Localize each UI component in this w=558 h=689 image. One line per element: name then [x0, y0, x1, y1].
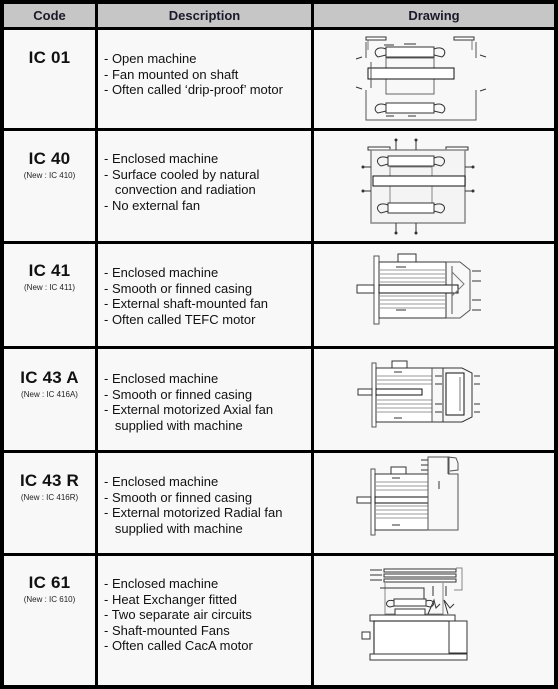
- new-code-label: (New : IC 410): [23, 171, 76, 180]
- new-code-label: (New : IC 610): [23, 595, 76, 604]
- description-line: - Enclosed machine: [104, 576, 219, 591]
- tefc-motor-drawing-icon: [314, 244, 554, 346]
- code-label: IC 43 A: [20, 368, 79, 387]
- description-line: - Often called CacA motor: [104, 638, 253, 653]
- code-label: IC 40: [28, 149, 71, 168]
- drawing-cell: [314, 349, 554, 450]
- description-line: convection and radiation: [104, 182, 256, 197]
- code-cell: IC 41 (New : IC 411): [4, 244, 95, 346]
- natural-convection-drawing-icon: [361, 138, 475, 235]
- description-cell: - Enclosed machine - Smooth or finned ca…: [98, 349, 311, 450]
- header-code: Code: [4, 4, 95, 27]
- description-line: - Surface cooled by natural: [104, 166, 260, 182]
- new-code-label: (New : IC 416R): [20, 493, 79, 502]
- code-cell: IC 43 A (New : IC 416A): [4, 349, 95, 450]
- header-drawing: Drawing: [314, 4, 554, 27]
- description-line: - Enclosed machine: [104, 474, 219, 489]
- description-cell: - Enclosed machine - Smooth or finned ca…: [98, 453, 311, 553]
- description-line: - Heat Exchanger fitted: [104, 591, 237, 607]
- code-label: IC 43 R: [19, 471, 80, 490]
- code-label: IC 41: [28, 261, 71, 280]
- description-line: - Enclosed machine: [104, 371, 219, 386]
- cooling-methods-table: Code Description Drawing IC 01 - Open ma…: [0, 0, 558, 689]
- description-cell: - Enclosed machine - Surface cooled by n…: [98, 131, 311, 241]
- description-line: supplied with machine: [104, 520, 243, 536]
- description-line: - Shaft-mounted Fans: [104, 622, 230, 638]
- description-line: - Often called TEFC motor: [104, 311, 256, 327]
- description-line: - External motorized Axial fan: [104, 402, 274, 417]
- code-cell: IC 61 (New : IC 610): [4, 556, 95, 685]
- description-line: - Smooth or finned casing: [104, 489, 253, 505]
- description-line: - Enclosed machine: [104, 265, 219, 280]
- description-line: - External shaft-mounted fan: [104, 296, 269, 311]
- code-label: IC 01: [28, 48, 71, 67]
- code-cell: IC 43 R (New : IC 416R): [4, 453, 95, 553]
- description-line: - Smooth or finned casing: [104, 280, 253, 296]
- code-cell: IC 40 (New : IC 410): [4, 131, 95, 241]
- description-line: supplied with machine: [104, 417, 243, 433]
- axial-fan-motor-drawing-icon: [314, 349, 554, 450]
- description-line: - Fan mounted on shaft: [104, 66, 239, 82]
- heat-exchanger-motor-drawing-icon: [314, 556, 554, 685]
- description-cell: - Open machine - Fan mounted on shaft - …: [98, 30, 311, 128]
- new-code-label: (New : IC 416A): [21, 390, 78, 399]
- description-cell: - Enclosed machine - Heat Exchanger fitt…: [98, 556, 311, 685]
- description-cell: - Enclosed machine - Smooth or finned ca…: [98, 244, 311, 346]
- drawing-cell: [314, 556, 554, 685]
- description-line: - Smooth or finned casing: [104, 386, 253, 402]
- description-line: - Open machine: [104, 51, 197, 66]
- description-line: - No external fan: [104, 197, 201, 213]
- code-label: IC 61: [28, 573, 71, 592]
- open-machine-drawing-icon: [314, 30, 554, 128]
- header-description: Description: [98, 4, 311, 27]
- description-line: - Two separate air circuits: [104, 607, 252, 622]
- drawing-cell: [314, 453, 554, 553]
- description-line: - Enclosed machine: [104, 151, 219, 166]
- drawing-cell: [314, 131, 554, 241]
- radial-fan-motor-drawing-icon: [314, 453, 554, 553]
- description-line: - Often called ‘drip-proof’ motor: [104, 82, 283, 97]
- new-code-label: (New : IC 411): [24, 283, 75, 292]
- drawing-cell: [314, 30, 554, 128]
- drawing-cell: [314, 244, 554, 346]
- code-cell: IC 01: [4, 30, 95, 128]
- description-line: - External motorized Radial fan: [104, 505, 283, 520]
